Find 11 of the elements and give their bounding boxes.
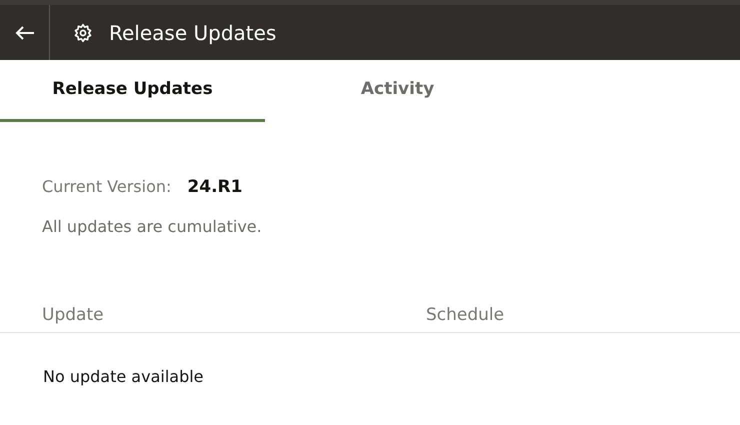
back-arrow-icon [14,24,34,40]
cumulative-note: All updates are cumulative. [42,216,262,236]
page-title: Release Updates [109,20,276,46]
version-value: 24.R1 [187,176,242,199]
empty-message: No update available [43,366,204,386]
version-label: Current Version: [42,176,172,198]
gear-icon [73,22,93,42]
column-header: Schedule [426,304,504,328]
column-header: Update [42,304,105,328]
tab[interactable]: Activity [265,60,530,122]
tab[interactable]: Release Updates [0,60,265,122]
